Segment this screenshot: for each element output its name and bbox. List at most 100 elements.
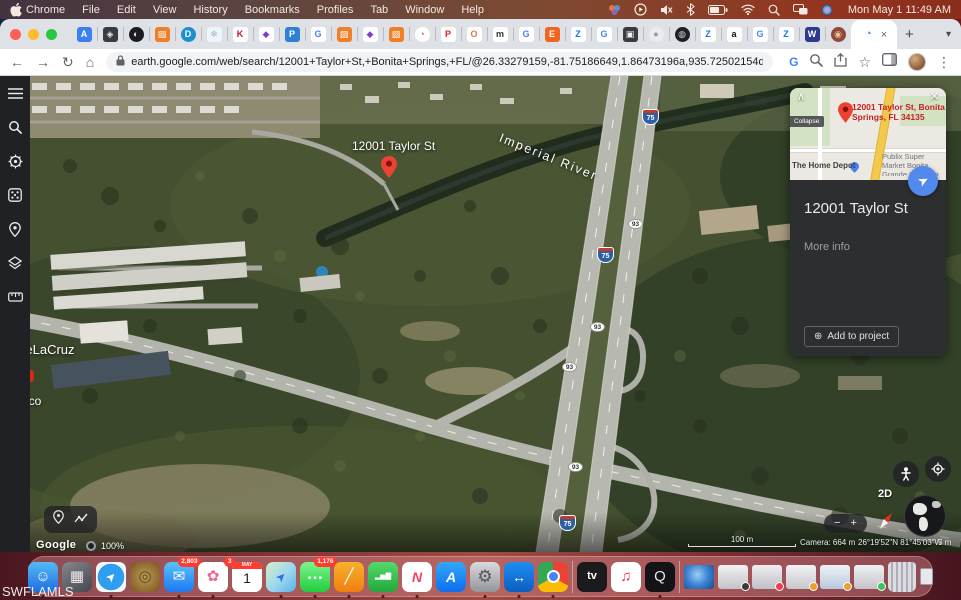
browser-tab[interactable]: G [513, 19, 539, 49]
location-pin-icon[interactable] [53, 510, 64, 529]
dock-mail[interactable]: ✉ 2,803 [164, 562, 194, 592]
back-button[interactable]: ← [10, 55, 24, 69]
voyager-wheel-icon[interactable] [7, 153, 23, 169]
browser-tab[interactable]: ▨ [149, 19, 175, 49]
dock-messages[interactable]: … 1,176 [300, 562, 330, 592]
dock-safari[interactable]: ➤ [96, 562, 126, 592]
tab-overflow-chevron-icon[interactable]: ▾ [946, 29, 951, 40]
zoom-out-button[interactable]: − [834, 518, 840, 529]
compass-icon[interactable] [876, 510, 896, 537]
menubar-menu-item[interactable]: History [193, 4, 227, 16]
dock-minimized-earth-window[interactable] [684, 565, 714, 589]
browser-tab[interactable]: Z [695, 19, 721, 49]
menu-icon[interactable] [7, 85, 23, 101]
reload-button[interactable]: ↻ [62, 55, 74, 69]
volume-muted-icon[interactable] [660, 4, 673, 16]
menubar-menu-item[interactable]: Window [405, 4, 444, 16]
browser-tab[interactable]: ❄ [201, 19, 227, 49]
apple-menu-icon[interactable] [10, 3, 22, 17]
share-icon[interactable] [834, 53, 847, 72]
magnifier-icon[interactable] [809, 53, 823, 72]
battery-icon[interactable] [708, 5, 728, 15]
zoom-in-button[interactable]: + [851, 518, 857, 529]
browser-tab[interactable]: ◐ [123, 19, 149, 49]
browser-tab[interactable]: G [591, 19, 617, 49]
my-location-button[interactable] [925, 456, 951, 482]
bookmark-star-icon[interactable]: ☆ [858, 55, 871, 69]
browser-tab[interactable]: P [435, 19, 461, 49]
close-window-button[interactable] [10, 29, 21, 40]
fly-to-button[interactable]: ➤ [908, 166, 938, 196]
browser-tab[interactable]: G [305, 19, 331, 49]
google-extension-icon[interactable]: G [789, 55, 798, 69]
status-app-icon[interactable] [608, 4, 621, 16]
pegman-button[interactable] [893, 461, 919, 487]
menubar-menu-item[interactable]: Chrome [26, 4, 65, 16]
kebab-menu-icon[interactable]: ⋮ [937, 55, 951, 69]
add-to-project-button[interactable]: ⊕ Add to project [804, 326, 899, 347]
map-style-layers-icon[interactable] [7, 255, 23, 271]
browser-tab[interactable]: Z [565, 19, 591, 49]
browser-tab[interactable]: ◈ [97, 19, 123, 49]
dock-minimized-window[interactable] [718, 565, 748, 589]
dock-photos[interactable]: ✿ 3 [198, 562, 228, 592]
play-circle-icon[interactable] [634, 3, 647, 16]
slope-profile-icon[interactable] [74, 511, 88, 529]
display-mirror-icon[interactable] [793, 4, 808, 15]
dock-news[interactable]: N [402, 562, 432, 592]
browser-tab[interactable]: ▨ [383, 19, 409, 49]
profile-avatar[interactable] [908, 53, 926, 71]
browser-tab[interactable]: m [487, 19, 513, 49]
dock-appstore[interactable]: A [436, 562, 466, 592]
dock-trash[interactable] [888, 562, 916, 592]
menubar-menu-item[interactable]: Edit [117, 4, 136, 16]
browser-tab[interactable]: a [721, 19, 747, 49]
browser-tab[interactable]: ◍ [669, 19, 695, 49]
map-red-pin[interactable] [381, 156, 397, 183]
sidebar-panel-icon[interactable] [882, 53, 897, 71]
menubar-menu-item[interactable]: File [82, 4, 100, 16]
url-text[interactable]: earth.google.com/web/search/12001+Taylor… [131, 56, 763, 68]
menubar-menu-item[interactable]: View [153, 4, 177, 16]
wifi-icon[interactable] [741, 4, 755, 15]
home-button[interactable]: ⌂ [86, 55, 94, 69]
dock-separator[interactable] [572, 561, 573, 593]
dock-orange-pencil-app[interactable]: ╱ [334, 562, 364, 592]
browser-tab[interactable]: ● [643, 19, 669, 49]
menubar-menu-item[interactable]: Bookmarks [245, 4, 300, 16]
more-info-link[interactable]: More info [804, 241, 850, 253]
dock-settings[interactable]: ⚙ [470, 562, 500, 592]
dock-chrome[interactable] [538, 562, 568, 592]
new-tab-button[interactable]: + [905, 26, 914, 43]
bluetooth-icon[interactable] [686, 3, 695, 16]
projects-pin-icon[interactable] [7, 221, 23, 237]
dock-apple-tv[interactable]: tv [577, 562, 607, 592]
dice-icon[interactable] [7, 187, 23, 203]
dock-green-chart-app[interactable]: ▂▅▇ [368, 562, 398, 592]
menubar-menu-item[interactable]: Tab [370, 4, 388, 16]
address-bar[interactable]: earth.google.com/web/search/12001+Taylor… [106, 52, 773, 72]
dock-separator[interactable] [679, 561, 680, 593]
browser-tab[interactable]: ◆ [253, 19, 279, 49]
dock-external-drive[interactable] [920, 568, 933, 585]
chevron-up-icon[interactable]: ∧ [797, 90, 805, 103]
close-panel-icon[interactable]: ✕ [930, 90, 939, 103]
dock-minimized-window[interactable] [752, 565, 782, 589]
dock-bronze-app[interactable]: ◎ [130, 562, 160, 592]
dock-music[interactable]: ♫ [611, 562, 641, 592]
zoom-window-button[interactable] [46, 29, 57, 40]
browser-tab[interactable]: ▣ [617, 19, 643, 49]
siri-icon[interactable] [821, 4, 833, 16]
close-tab-icon[interactable]: × [881, 29, 887, 41]
globe-button[interactable] [904, 495, 946, 537]
browser-tab[interactable]: W [799, 19, 825, 49]
dock-minimized-window[interactable] [786, 565, 816, 589]
dock-quicktime[interactable]: Q [645, 562, 675, 592]
active-tab[interactable]: ◔ × [851, 20, 897, 49]
dock-minimized-window[interactable] [854, 565, 884, 589]
browser-tab[interactable]: P [279, 19, 305, 49]
search-icon[interactable] [7, 119, 23, 135]
browser-tab[interactable]: D [175, 19, 201, 49]
browser-tab[interactable]: ◉ [825, 19, 851, 49]
browser-tab[interactable]: ▨ [331, 19, 357, 49]
